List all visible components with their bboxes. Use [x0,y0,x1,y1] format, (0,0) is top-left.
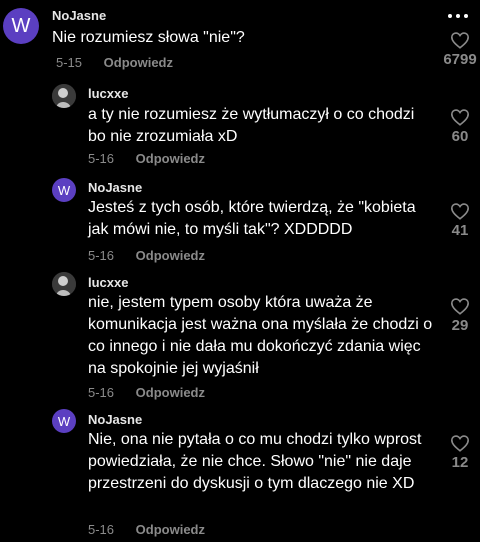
like-count: 29 [451,317,469,334]
comment-meta: 5-16 Odpowiedz [88,522,205,537]
reply-comment: lucxxe nie, jestem typem osoby która uwa… [0,270,480,406]
reply-button[interactable]: Odpowiedz [104,55,173,70]
avatar[interactable]: W [52,409,76,433]
like-button[interactable]: 60 [440,108,480,145]
username[interactable]: lucxxe [88,86,128,101]
comment-text: a ty nie rozumiesz że wytłumaczył o co c… [88,106,415,145]
avatar[interactable] [52,84,76,108]
comment-date: 5-16 [88,248,115,263]
comment-date: 5-16 [88,522,115,537]
comment-text: nie, jestem typem osoby która uważa że k… [88,294,433,377]
heart-icon [450,109,470,126]
reply-button[interactable]: Odpowiedz [136,151,205,166]
like-button[interactable]: 6799 [440,31,480,68]
reply-button[interactable]: Odpowiedz [136,248,205,263]
comment-date: 5-16 [88,151,115,166]
username[interactable]: lucxxe [88,275,128,290]
like-count: 12 [451,454,469,471]
username[interactable]: NoJasne [88,412,142,427]
comment-meta: 5-15 Odpowiedz [56,55,173,70]
comment-date: 5-15 [56,55,83,70]
like-count: 60 [451,128,469,145]
avatar-photo-icon [52,84,76,108]
comment-text: Nie, ona nie pytała o co mu chodzi tylko… [88,431,422,492]
comment-text: Jesteś z tych osób, które twierdzą, że "… [88,199,416,238]
avatar[interactable]: W [3,8,39,44]
comment-meta: 5-16 Odpowiedz [88,151,205,166]
comment-meta: 5-16 Odpowiedz [88,385,205,400]
like-count: 6799 [443,51,477,68]
heart-icon [450,32,470,49]
comment-top: W NoJasne Nie rozumiesz słowa "nie"? 5-1… [0,0,480,75]
reply-comment: lucxxe a ty nie rozumiesz że wytłumaczył… [0,82,480,172]
comment-date: 5-16 [88,385,115,400]
heart-icon [450,435,470,452]
like-button[interactable]: 41 [440,202,480,239]
more-icon[interactable] [448,13,468,19]
comment-meta: 5-16 Odpowiedz [88,248,205,263]
reply-button[interactable]: Odpowiedz [136,522,205,537]
like-button[interactable]: 12 [440,434,480,471]
username[interactable]: NoJasne [52,8,106,23]
avatar[interactable] [52,272,76,296]
username[interactable]: NoJasne [88,180,142,195]
like-count: 41 [451,222,469,239]
heart-icon [450,203,470,220]
avatar-photo-icon [52,272,76,296]
reply-comment: W NoJasne Jesteś z tych osób, które twie… [0,176,480,266]
reply-comment: W NoJasne Nie, ona nie pytała o co mu ch… [0,408,480,542]
avatar[interactable]: W [52,178,76,202]
reply-button[interactable]: Odpowiedz [136,385,205,400]
like-button[interactable]: 29 [440,297,480,334]
heart-icon [450,298,470,315]
comment-text: Nie rozumiesz słowa "nie"? [52,29,245,46]
